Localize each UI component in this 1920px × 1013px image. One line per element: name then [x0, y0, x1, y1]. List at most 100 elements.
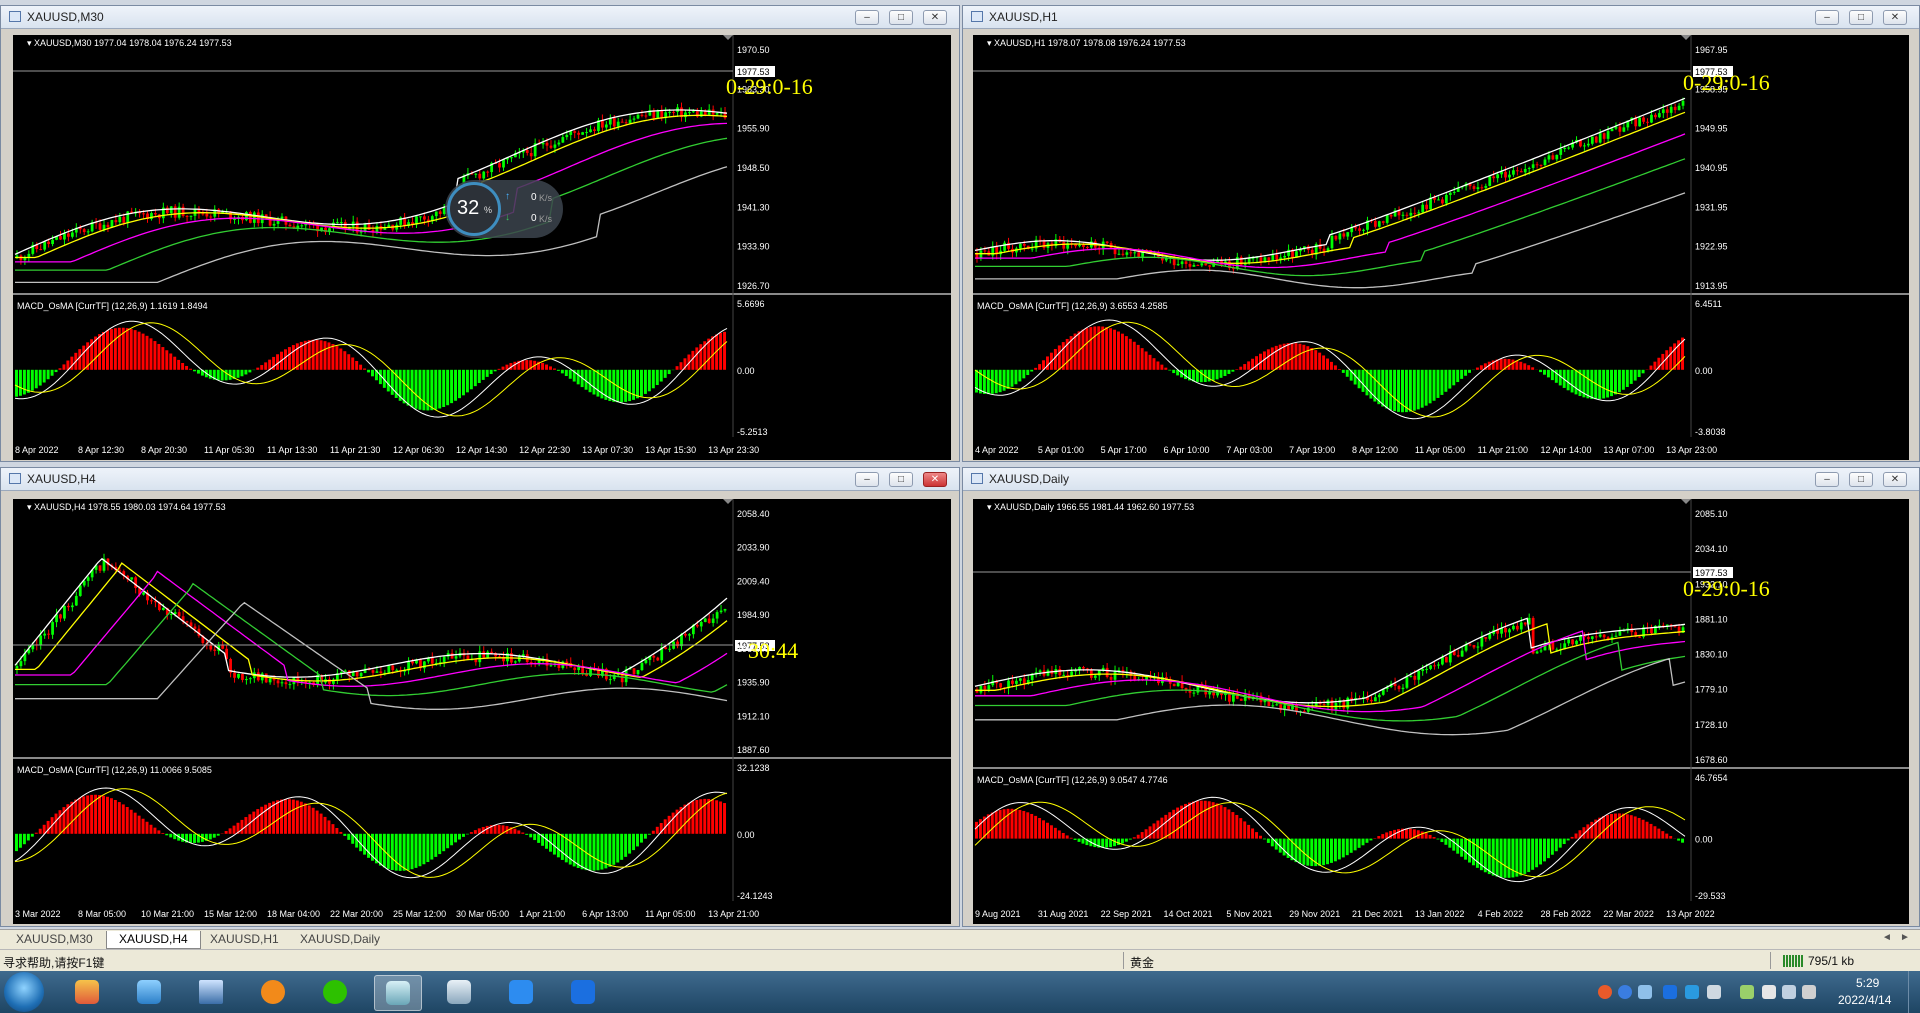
wifi-tray-icon[interactable]	[1762, 985, 1776, 999]
candle-body	[668, 648, 672, 650]
osma-histogram-bar	[1523, 838, 1527, 874]
minimize-button[interactable]: –	[1815, 10, 1839, 25]
price-axis-label: 1779.10	[1695, 685, 1728, 695]
tab-xauusd-m30[interactable]: XAUUSD,M30	[4, 931, 105, 948]
chart-shift-marker	[723, 35, 733, 40]
taskbar-app-paint[interactable]	[64, 975, 110, 1009]
osma-histogram-bar	[616, 833, 620, 863]
signal-tray-icon[interactable]	[1782, 985, 1796, 999]
window-titlebar[interactable]: XAUUSD,H1 – □ ✕	[963, 6, 1919, 29]
maximize-button[interactable]: □	[1849, 472, 1873, 487]
taskbar-app-users[interactable]	[126, 975, 172, 1009]
taskbar-app-desktop[interactable]	[188, 975, 234, 1009]
network-tray-icon[interactable]	[1638, 985, 1652, 999]
osma-histogram-bar	[1416, 369, 1420, 410]
close-button[interactable]: ✕	[1883, 472, 1907, 487]
candle-body	[1397, 685, 1401, 690]
chart-canvas[interactable]: ▾ XAUUSD,H4 1978.55 1980.03 1974.64 1977…	[13, 499, 951, 924]
network-speed-widget[interactable]: 32 % ↑ 0 K/s ↓ 0 K/s	[445, 180, 563, 238]
osma-histogram-bar	[1046, 356, 1049, 370]
tab-xauusd-h1[interactable]: XAUUSD,H1	[198, 931, 291, 948]
osma-histogram-bar	[624, 369, 628, 402]
tab-scroll-left-icon[interactable]: ◄	[1882, 932, 1892, 943]
candle-body	[577, 132, 581, 135]
time-axis-label: 13 Apr 07:30	[582, 445, 633, 455]
price-chart[interactable]: ▾ XAUUSD,Daily 1966.55 1981.44 1962.60 1…	[973, 499, 1909, 924]
window-title: XAUUSD,H1	[989, 10, 1058, 24]
window-titlebar[interactable]: XAUUSD,Daily – □ ✕	[963, 468, 1919, 491]
taskbar-app-orange[interactable]	[250, 975, 296, 1009]
osma-histogram-bar	[367, 369, 371, 373]
close-button[interactable]: ✕	[923, 10, 947, 25]
chart-canvas[interactable]: ▾ XAUUSD,M30 1977.04 1978.04 1976.24 197…	[13, 35, 951, 460]
taskbar-app-shield[interactable]	[560, 975, 606, 1009]
osma-histogram-bar	[1164, 367, 1168, 370]
candle-body	[1531, 164, 1535, 168]
candle-body	[589, 129, 592, 133]
blue-tray-icon[interactable]	[1663, 985, 1677, 999]
osma-histogram-bar	[537, 833, 541, 843]
osma-histogram-bar	[86, 795, 90, 834]
osma-histogram-bar	[620, 369, 624, 403]
close-button[interactable]: ✕	[923, 472, 947, 487]
battery-tray-icon[interactable]	[1740, 985, 1754, 999]
osma-histogram-bar	[719, 332, 723, 370]
chart-canvas[interactable]: ▾ XAUUSD,H1 1978.07 1978.08 1976.24 1977…	[973, 35, 1909, 460]
candle-body	[241, 673, 244, 680]
osma-histogram-bar	[125, 328, 129, 370]
candle-body	[59, 236, 62, 240]
oscillator-axis-label: 5.6696	[737, 299, 765, 309]
start-button[interactable]	[4, 972, 44, 1012]
chart-canvas[interactable]: ▾ XAUUSD,Daily 1966.55 1981.44 1962.60 1…	[973, 499, 1909, 924]
security-tray-icon[interactable]	[1685, 985, 1699, 999]
maximize-button[interactable]: □	[889, 472, 913, 487]
osma-histogram-bar	[109, 798, 113, 834]
osma-histogram-bar	[501, 366, 505, 370]
minimize-button[interactable]: –	[855, 10, 879, 25]
help-tray-icon[interactable]	[1618, 985, 1632, 999]
status-divider	[1123, 952, 1124, 969]
price-chart[interactable]: ▾ XAUUSD,M30 1977.04 1978.04 1976.24 197…	[13, 35, 951, 460]
chart-window-h1[interactable]: XAUUSD,H1 – □ ✕ ▾ XAUUSD,H1 1978.07 1978…	[962, 5, 1920, 462]
osma-histogram-bar	[655, 826, 659, 834]
candle-body	[1362, 229, 1365, 231]
close-button[interactable]: ✕	[1883, 10, 1907, 25]
chart-window-daily[interactable]: XAUUSD,Daily – □ ✕ ▾ XAUUSD,Daily 1966.5…	[962, 467, 1920, 927]
tab-xauusd-daily[interactable]: XAUUSD,Daily	[288, 931, 392, 948]
maximize-button[interactable]: □	[889, 10, 913, 25]
taskbar-app-feishu[interactable]	[498, 975, 544, 1009]
wifi-signal-icon[interactable]	[1802, 985, 1816, 999]
osma-histogram-bar	[141, 333, 145, 370]
oscillator-axis-label: -3.8038	[1695, 427, 1726, 437]
candle-body	[529, 662, 533, 664]
taskbar-app-trading[interactable]	[374, 975, 422, 1011]
osma-histogram-bar	[1018, 369, 1022, 382]
tab-xauusd-h4[interactable]: XAUUSD,H4	[106, 931, 201, 949]
chart-window-h4[interactable]: XAUUSD,H4 – □ ✕ ▾ XAUUSD,H4 1978.55 1980…	[0, 467, 960, 927]
osma-histogram-bar	[339, 831, 343, 834]
taskbar-app-notes[interactable]	[436, 975, 482, 1009]
time-axis-label: 12 Apr 14:30	[456, 445, 507, 455]
osma-histogram-bar	[1610, 814, 1614, 839]
taskbar-app-wechat[interactable]	[312, 975, 358, 1009]
osma-histogram-bar	[1231, 369, 1235, 372]
indicator-label: MACD_OsMA [CurrTF] (12,26,9) 3.6553 4.25…	[977, 301, 1168, 311]
tab-scroll-right-icon[interactable]: ►	[1900, 932, 1910, 943]
price-chart[interactable]: ▾ XAUUSD,H4 1978.55 1980.03 1974.64 1977…	[13, 499, 951, 924]
sogou-tray-icon[interactable]	[1598, 985, 1612, 999]
window-titlebar[interactable]: XAUUSD,H4 – □ ✕	[1, 468, 959, 491]
price-chart[interactable]: ▾ XAUUSD,H1 1978.07 1978.08 1976.24 1977…	[973, 35, 1909, 460]
osma-histogram-bar	[331, 824, 335, 834]
minimize-button[interactable]: –	[855, 472, 879, 487]
osma-histogram-bar	[639, 369, 643, 397]
candle-body	[78, 585, 82, 596]
candle-body	[86, 577, 90, 581]
maximize-button[interactable]: □	[1849, 10, 1873, 25]
clock-time[interactable]: 5:29	[1856, 976, 1879, 990]
window-titlebar[interactable]: XAUUSD,M30 – □ ✕	[1, 6, 959, 29]
clock-date[interactable]: 2022/4/14	[1838, 993, 1891, 1007]
osma-histogram-bar	[469, 832, 473, 834]
show-desktop-button[interactable]	[1908, 971, 1920, 1013]
minimize-button[interactable]: –	[1815, 472, 1839, 487]
volume-tray-icon[interactable]	[1707, 985, 1721, 999]
